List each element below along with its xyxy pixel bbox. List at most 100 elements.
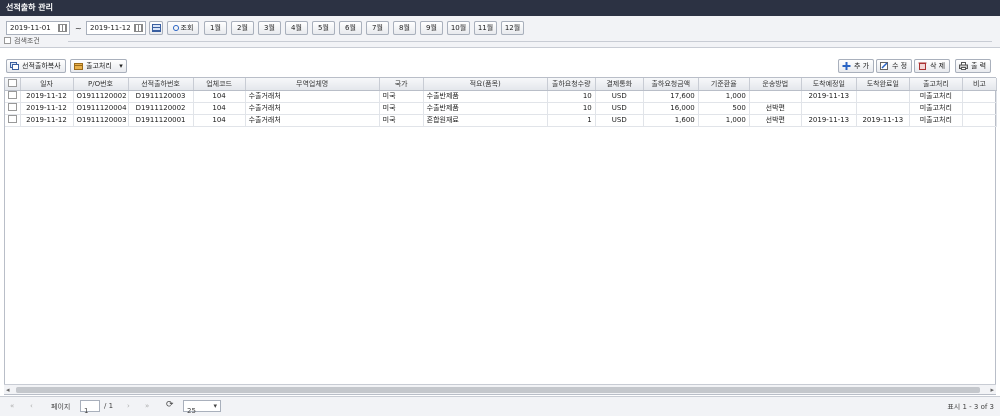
month-button-4[interactable]: 4월 <box>285 21 308 35</box>
header-country[interactable]: 국가 <box>379 78 424 91</box>
cell-arrival-date[interactable] <box>856 90 910 103</box>
page-number-input[interactable]: 1 <box>80 400 100 415</box>
header-company-code[interactable]: 업체코드 <box>193 78 246 91</box>
cell-currency[interactable]: USD <box>595 102 644 115</box>
search-button[interactable]: 조회 <box>167 21 199 35</box>
header-currency[interactable]: 결제통화 <box>595 78 644 91</box>
cell-exchange-rate[interactable]: 500 <box>698 102 750 115</box>
release-process-button[interactable]: 출고처리 ▾ <box>70 59 127 73</box>
cell-release-status[interactable]: 미출고처리 <box>909 102 963 115</box>
cell-transport-method[interactable]: 선박편 <box>749 114 802 127</box>
month-button-9[interactable]: 9월 <box>420 21 443 35</box>
month-button-2[interactable]: 2월 <box>231 21 254 35</box>
cell-trade-company[interactable]: 수출거래처 <box>245 114 380 127</box>
checkbox-icon[interactable] <box>4 37 11 44</box>
cell-request-qty[interactable]: 1 <box>547 114 596 127</box>
header-arrival-date[interactable]: 도착완료일 <box>856 78 910 91</box>
row-select[interactable] <box>5 90 21 103</box>
cell-item-summary[interactable]: 혼합원재료 <box>423 114 548 127</box>
cell-notes[interactable] <box>962 90 998 103</box>
cell-item-summary[interactable]: 수출반제품 <box>423 102 548 115</box>
cell-shipment-number[interactable]: D1911120002 <box>128 102 194 115</box>
month-button-11[interactable]: 11월 <box>474 21 497 35</box>
cell-eta[interactable] <box>801 102 857 115</box>
month-button-7[interactable]: 7월 <box>366 21 389 35</box>
header-release-status[interactable]: 출고처리 <box>909 78 963 91</box>
cell-shipment-number[interactable]: D1911120001 <box>128 114 194 127</box>
cell-exchange-rate[interactable]: 1,000 <box>698 90 750 103</box>
last-page-icon[interactable]: » <box>145 402 149 410</box>
header-date[interactable]: 일자 <box>20 78 74 91</box>
print-button[interactable]: 출 력 <box>955 59 992 73</box>
refresh-icon[interactable]: ⟳ <box>166 400 174 410</box>
next-page-icon[interactable]: › <box>127 402 130 410</box>
grid-view-button[interactable] <box>149 21 163 35</box>
add-button[interactable]: 추 가 <box>838 59 875 73</box>
cell-country[interactable]: 미국 <box>379 102 424 115</box>
cell-notes[interactable] <box>962 114 998 127</box>
header-eta[interactable]: 도착예정일 <box>801 78 857 91</box>
month-button-6[interactable]: 6월 <box>339 21 362 35</box>
cell-currency[interactable]: USD <box>595 114 644 127</box>
month-button-8[interactable]: 8월 <box>393 21 416 35</box>
checkbox-icon[interactable] <box>8 91 17 99</box>
cell-request-amount[interactable]: 1,600 <box>643 114 699 127</box>
checkbox-icon[interactable] <box>7 78 17 87</box>
cell-po-number[interactable]: O1911120002 <box>73 90 129 103</box>
header-po-number[interactable]: P/O번호 <box>73 78 129 91</box>
header-request-qty[interactable]: 출하요청수량 <box>547 78 596 91</box>
cell-date[interactable]: 2019-11-12 <box>20 114 74 127</box>
first-page-icon[interactable]: « <box>10 402 14 410</box>
delete-button[interactable]: 삭 제 <box>914 59 951 73</box>
page-size-select[interactable]: 25 ▾ <box>183 400 221 415</box>
cell-request-amount[interactable]: 16,000 <box>643 102 699 115</box>
row-select[interactable] <box>5 114 21 127</box>
checkbox-icon[interactable] <box>8 103 17 111</box>
cell-po-number[interactable]: O1911120003 <box>73 114 129 127</box>
table-row[interactable]: 2019-11-12 O1911120003 D1911120001 104 수… <box>5 114 998 127</box>
cell-date[interactable]: 2019-11-12 <box>20 102 74 115</box>
date-from-field[interactable]: 2019-11-01 <box>6 21 70 35</box>
cell-company-code[interactable]: 104 <box>193 102 246 115</box>
cell-shipment-number[interactable]: D1911120003 <box>128 90 194 103</box>
copy-shipment-button[interactable]: 선적출하복사 <box>6 59 66 73</box>
edit-button[interactable]: 수 정 <box>876 59 913 73</box>
month-button-5[interactable]: 5월 <box>312 21 335 35</box>
cell-po-number[interactable]: O1911120004 <box>73 102 129 115</box>
search-condition-toggle[interactable]: 검색조건 <box>4 36 40 46</box>
checkbox-icon[interactable] <box>8 115 17 123</box>
month-button-10[interactable]: 10월 <box>447 21 470 35</box>
header-item-summary[interactable]: 적요(품목) <box>423 78 548 91</box>
cell-company-code[interactable]: 104 <box>193 90 246 103</box>
cell-company-code[interactable]: 104 <box>193 114 246 127</box>
header-exchange-rate[interactable]: 기준환율 <box>698 78 750 91</box>
cell-country[interactable]: 미국 <box>379 90 424 103</box>
cell-request-qty[interactable]: 10 <box>547 102 596 115</box>
header-transport-method[interactable]: 운송방법 <box>749 78 802 91</box>
horizontal-scrollbar[interactable]: ◂ ▸ <box>4 384 996 394</box>
cell-arrival-date[interactable] <box>856 102 910 115</box>
cell-item-summary[interactable]: 수출반제품 <box>423 90 548 103</box>
cell-transport-method[interactable]: 선박편 <box>749 102 802 115</box>
calendar-icon[interactable] <box>58 24 67 32</box>
row-select[interactable] <box>5 102 21 115</box>
scroll-left-icon[interactable]: ◂ <box>6 386 10 394</box>
cell-request-amount[interactable]: 17,600 <box>643 90 699 103</box>
cell-exchange-rate[interactable]: 1,000 <box>698 114 750 127</box>
cell-arrival-date[interactable]: 2019-11-13 <box>856 114 910 127</box>
calendar-icon[interactable] <box>134 24 143 32</box>
cell-eta[interactable]: 2019-11-13 <box>801 114 857 127</box>
header-shipment-number[interactable]: 선적출하번호 <box>128 78 194 91</box>
month-button-12[interactable]: 12월 <box>501 21 524 35</box>
cell-trade-company[interactable]: 수출거래처 <box>245 102 380 115</box>
header-request-amount[interactable]: 출하요청금액 <box>643 78 699 91</box>
cell-request-qty[interactable]: 10 <box>547 90 596 103</box>
cell-release-status[interactable]: 미출고처리 <box>909 114 963 127</box>
table-row[interactable]: 2019-11-12 O1911120002 D1911120003 104 수… <box>5 90 998 103</box>
cell-currency[interactable]: USD <box>595 90 644 103</box>
header-select-all[interactable] <box>5 78 21 91</box>
header-notes[interactable]: 비고 <box>962 78 998 91</box>
cell-date[interactable]: 2019-11-12 <box>20 90 74 103</box>
month-button-1[interactable]: 1월 <box>204 21 227 35</box>
cell-trade-company[interactable]: 수출거래처 <box>245 90 380 103</box>
